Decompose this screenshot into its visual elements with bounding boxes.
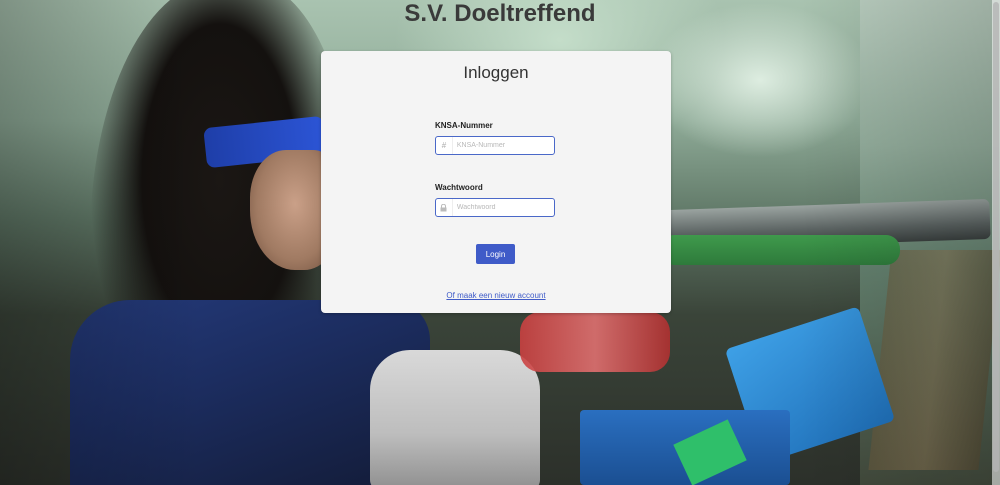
password-label: Wachtwoord [435,183,483,192]
page-background: S.V. Doeltreffend Inloggen KNSA-Nummer #… [0,0,1000,485]
lock-icon [436,199,453,216]
login-card: Inloggen KNSA-Nummer # Wachtwoord Login … [321,51,671,313]
site-title: S.V. Doeltreffend [404,0,596,27]
knsa-label: KNSA-Nummer [435,121,493,130]
register-link[interactable]: Of maak een nieuw account [321,291,671,300]
scrollbar-track[interactable] [992,0,1000,485]
login-heading: Inloggen [463,63,529,82]
password-input[interactable] [452,199,554,216]
password-field[interactable] [435,198,555,217]
login-button[interactable]: Login [476,244,515,264]
knsa-input[interactable] [452,137,554,154]
knsa-field[interactable]: # [435,136,555,155]
hash-icon: # [436,137,453,154]
scrollbar-thumb[interactable] [993,2,999,472]
